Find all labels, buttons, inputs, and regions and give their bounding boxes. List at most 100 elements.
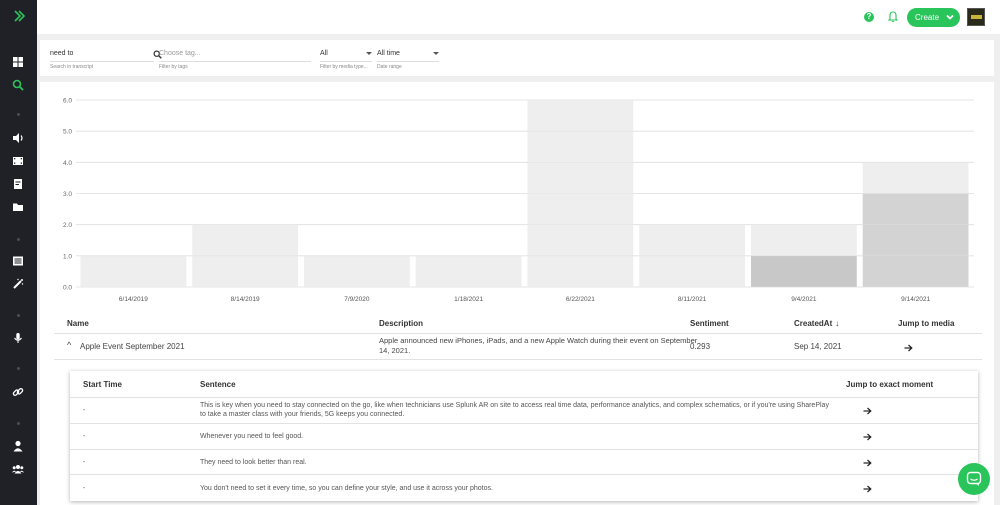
filter-bar: need to Search in transcript Choose tag.… [40, 40, 994, 76]
header-start-time: Start Time [83, 380, 122, 389]
media-type-select[interactable]: All Filter by media type... [320, 49, 372, 70]
tag-filter-field[interactable]: Choose tag... Filter by tags [159, 49, 311, 70]
sentence-text: You don't need to set it every time, so … [200, 485, 493, 492]
tag-underline [159, 61, 311, 62]
caret-down-icon [433, 52, 439, 55]
table-row[interactable]: ^ Apple Event September 2021 Apple annou… [54, 334, 982, 360]
date-range-value: All time [377, 50, 400, 57]
table-row[interactable]: - This is key when you need to stay conn… [70, 398, 978, 424]
sentence-line: to take a master class with your friends… [200, 411, 405, 418]
header-created-at-label: CreatedAt [794, 319, 833, 328]
chat-icon [966, 471, 982, 486]
sidebar-separator [17, 238, 20, 241]
y-tick-label: 1.0 [63, 253, 72, 260]
search-underline [50, 61, 154, 62]
arrow-right-icon[interactable] [904, 344, 913, 352]
arrow-right-icon[interactable] [863, 433, 872, 441]
results-panel: 0.0 1.0 2.0 3.0 4.0 5.0 6.0 6/14/2019 8/14/2019 7… [40, 82, 994, 505]
help-icon[interactable]: ? [864, 12, 874, 22]
media-created-at: Sep 14, 2021 [794, 342, 842, 351]
header-jump-to-media: Jump to media [898, 319, 955, 328]
start-time: - [83, 485, 86, 492]
bar [415, 255, 522, 287]
x-tick-label: 8/14/2019 [231, 296, 260, 303]
date-range-label: Date range [377, 64, 402, 70]
table-row[interactable]: - They need to look better than real. [70, 450, 978, 475]
media-description: Apple announced new iPhones, iPads, and … [379, 336, 698, 356]
audio-icon[interactable] [11, 131, 25, 145]
media-description-line: 14, 2021. [379, 346, 411, 355]
start-time: - [83, 459, 86, 466]
sentence-table-header: Start Time Sentence Jump to exact moment [70, 371, 978, 398]
users-group-icon[interactable] [11, 462, 25, 476]
sentence-table: Start Time Sentence Jump to exact moment… [70, 371, 978, 501]
header-description[interactable]: Description [379, 319, 423, 328]
bar [80, 255, 187, 287]
magic-wand-icon[interactable] [11, 277, 25, 291]
sidebar-separator [17, 422, 20, 425]
video-icon[interactable] [11, 154, 25, 168]
y-tick-label: 6.0 [63, 98, 72, 105]
bell-icon[interactable] [887, 10, 899, 23]
start-time: - [83, 433, 86, 440]
create-button[interactable]: Create [907, 8, 960, 27]
x-tick-label: 6/22/2021 [566, 296, 595, 303]
user-icon[interactable] [11, 439, 25, 453]
y-tick-label: 4.0 [63, 160, 72, 167]
y-tick-label: 5.0 [63, 129, 72, 136]
table-row[interactable]: - Whenever you need to feel good. [70, 424, 978, 450]
x-tick-label: 1/18/2021 [454, 296, 483, 303]
chevron-down-icon [946, 14, 954, 20]
bar-highlight [751, 255, 857, 287]
x-tick-label: 9/14/2021 [901, 296, 930, 303]
bar-highlight [862, 193, 969, 287]
folder-icon[interactable] [11, 200, 25, 214]
create-button-label: Create [915, 13, 940, 22]
header-name[interactable]: Name [67, 319, 89, 328]
microphone-icon[interactable] [11, 331, 25, 345]
sentence-text: They need to look better than real. [200, 459, 307, 466]
expand-toggle-icon[interactable]: ^ [67, 341, 71, 350]
table-row[interactable]: - You don't need to set it every time, s… [70, 475, 978, 501]
link-icon[interactable] [11, 385, 25, 399]
header-sentence: Sentence [200, 380, 236, 389]
date-range-underline [377, 61, 439, 62]
top-header: ? Create [37, 0, 1000, 34]
x-tick-label: 8/11/2021 [678, 296, 707, 303]
tag-input[interactable]: Choose tag... [159, 49, 311, 59]
media-type-underline [320, 61, 372, 62]
media-type-label: Filter by media type... [320, 64, 368, 70]
media-table-header: Name Description Sentiment CreatedAt ↓ Ju… [54, 312, 982, 334]
logo-icon[interactable] [10, 9, 28, 25]
media-description-line: Apple announced new iPhones, iPads, and … [379, 336, 698, 345]
bar [304, 255, 410, 287]
search-label: Search in transcript [50, 64, 94, 70]
sidebar [0, 0, 37, 505]
arrow-right-icon[interactable] [863, 459, 872, 467]
sidebar-separator [17, 314, 20, 317]
dashboard-icon[interactable] [11, 55, 25, 69]
start-time: - [83, 407, 86, 414]
list-icon[interactable] [11, 254, 25, 268]
sentence-line: This is key when you need to stay connec… [200, 402, 829, 409]
search-input[interactable]: need to [50, 49, 154, 59]
media-type-value: All [320, 50, 328, 57]
transcript-search-field[interactable]: need to Search in transcript [50, 49, 162, 70]
sentence-text: Whenever you need to feel good. [200, 433, 304, 440]
header-sentiment[interactable]: Sentiment [690, 319, 729, 328]
x-tick-label: 9/4/2021 [791, 296, 817, 303]
sort-arrow-icon[interactable]: ↓ [835, 319, 839, 328]
caret-down-icon [366, 52, 372, 55]
arrow-right-icon[interactable] [863, 407, 872, 415]
y-tick-label: 0.0 [63, 285, 72, 292]
chat-launcher-button[interactable] [958, 463, 990, 495]
arrow-right-icon[interactable] [863, 485, 872, 493]
date-range-select[interactable]: All time Date range [377, 49, 439, 70]
document-edit-icon[interactable] [11, 177, 25, 191]
search-icon[interactable] [11, 78, 25, 92]
avatar[interactable] [967, 8, 985, 26]
header-created-at[interactable]: CreatedAt ↓ [794, 319, 839, 328]
y-tick-label: 3.0 [63, 191, 72, 198]
media-count-chart: 0.0 1.0 2.0 3.0 4.0 5.0 6.0 6/14/2019 8/14/2019 7… [63, 98, 974, 303]
sidebar-separator [17, 113, 20, 116]
